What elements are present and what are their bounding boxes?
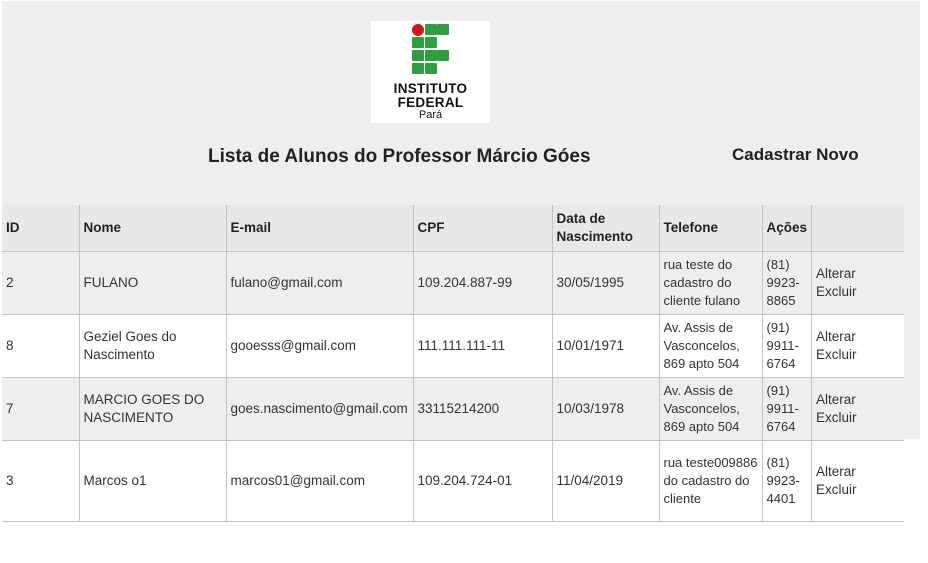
cell-id: 2 xyxy=(2,250,80,315)
column-header-phone: Telefone xyxy=(658,205,763,252)
cell-phone: (81) 9923-4401 xyxy=(761,439,813,522)
cell-birthdate: 30/05/1995 xyxy=(551,250,660,315)
table-row: 2 FULANO fulano@gmail.com 109.204.887-99… xyxy=(2,250,904,315)
cell-birthdate: 10/03/1978 xyxy=(551,376,660,441)
edit-link[interactable]: Alterar xyxy=(816,392,856,407)
column-header-id: ID xyxy=(2,205,80,252)
cell-name: Marcos o1 xyxy=(78,439,227,522)
cell-phone: (91) 9911-6764 xyxy=(761,376,813,441)
students-table: ID Nome E-mail CPF Data de Nascimento Te… xyxy=(2,205,904,522)
table-row: 3 Marcos o1 marcos01@gmail.com 109.204.7… xyxy=(2,439,904,522)
cell-cpf: 33115214200 xyxy=(412,376,553,441)
cell-actions: Alterar Excluir xyxy=(811,376,904,441)
logo-square xyxy=(425,63,437,74)
register-new-link[interactable]: Cadastrar Novo xyxy=(732,145,859,165)
delete-link[interactable]: Excluir xyxy=(816,284,857,299)
logo-square xyxy=(412,63,424,74)
edit-link[interactable]: Alterar xyxy=(816,464,856,479)
logo-red-dot xyxy=(412,24,424,36)
institute-logo: INSTITUTO FEDERAL Pará xyxy=(371,21,490,123)
cell-actions: Alterar Excluir xyxy=(811,439,904,522)
table-row: 8 Geziel Goes do Nascimento gooesss@gmai… xyxy=(2,313,904,378)
page-title: Lista de Alunos do Professor Márcio Góes xyxy=(208,146,591,167)
cell-address: Av. Assis de Vasconcelos, 869 apto 504 xyxy=(658,376,763,441)
cell-cpf: 111.111.111-11 xyxy=(412,313,553,378)
column-header-empty xyxy=(811,205,904,252)
logo-line-3: Pará xyxy=(418,109,443,121)
logo-square xyxy=(425,37,437,48)
cell-address: rua teste do cadastro do cliente fulano xyxy=(658,250,763,315)
logo-line-2: FEDERAL xyxy=(397,95,464,110)
cell-email: gooesss@gmail.com xyxy=(225,313,414,378)
cell-email: marcos01@gmail.com xyxy=(225,439,414,522)
cell-cpf: 109.204.724-01 xyxy=(412,439,553,522)
cell-address: Av. Assis de Vasconcelos, 869 apto 504 xyxy=(658,313,763,378)
delete-link[interactable]: Excluir xyxy=(816,482,857,497)
cell-id: 8 xyxy=(2,313,80,378)
logo-square xyxy=(425,24,437,35)
cell-birthdate: 11/04/2019 xyxy=(551,439,660,522)
edit-link[interactable]: Alterar xyxy=(816,329,856,344)
column-header-actions: Ações xyxy=(761,205,813,252)
delete-link[interactable]: Excluir xyxy=(816,410,857,425)
logo-line-1: INSTITUTO xyxy=(393,81,468,96)
cell-cpf: 109.204.887-99 xyxy=(412,250,553,315)
column-header-cpf: CPF xyxy=(412,205,553,252)
delete-link[interactable]: Excluir xyxy=(816,347,857,362)
column-header-name: Nome xyxy=(78,205,227,252)
cell-birthdate: 10/01/1971 xyxy=(551,313,660,378)
cell-email: fulano@gmail.com xyxy=(225,250,414,315)
cell-id: 3 xyxy=(2,439,80,522)
cell-phone: (81) 9923-8865 xyxy=(761,250,813,315)
cell-actions: Alterar Excluir xyxy=(811,250,904,315)
cell-name: Geziel Goes do Nascimento xyxy=(78,313,227,378)
logo-square xyxy=(437,24,449,35)
logo-square xyxy=(412,37,424,48)
logo-square xyxy=(412,50,424,61)
cell-phone: (91) 9911-6764 xyxy=(761,313,813,378)
cell-name: MARCIO GOES DO NASCIMENTO xyxy=(78,376,227,441)
column-header-email: E-mail xyxy=(225,205,414,252)
cell-address: rua teste009886 do cadastro do cliente xyxy=(658,439,763,522)
logo-square xyxy=(425,50,437,61)
table-row: 7 MARCIO GOES DO NASCIMENTO goes.nascime… xyxy=(2,376,904,441)
logo-square xyxy=(437,50,449,61)
column-header-birthdate: Data de Nascimento xyxy=(551,205,660,252)
table-header-row: ID Nome E-mail CPF Data de Nascimento Te… xyxy=(2,205,904,252)
cell-name: FULANO xyxy=(78,250,227,315)
cell-actions: Alterar Excluir xyxy=(811,313,904,378)
cell-id: 7 xyxy=(2,376,80,441)
edit-link[interactable]: Alterar xyxy=(816,266,856,281)
cell-email: goes.nascimento@gmail.com xyxy=(225,376,414,441)
